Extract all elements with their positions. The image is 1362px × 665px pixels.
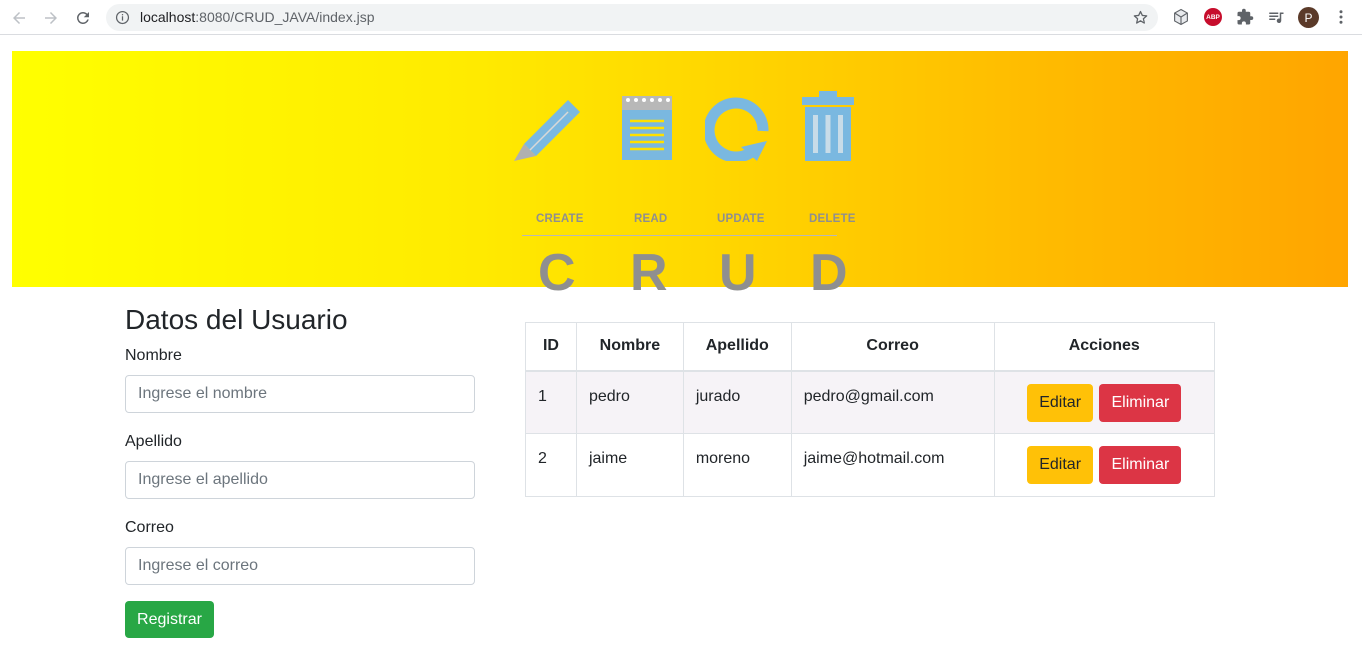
info-icon[interactable] <box>115 10 130 25</box>
browser-toolbar: localhost:8080/CRUD_JAVA/index.jsp ABP P <box>0 0 1362 35</box>
cell-actions: Editar Eliminar <box>993 433 1216 497</box>
header-correo: Correo <box>790 322 995 372</box>
extension-cube-icon[interactable] <box>1172 8 1190 26</box>
adblock-plus-icon[interactable]: ABP <box>1204 8 1222 26</box>
bookmark-star-icon[interactable] <box>1132 9 1149 26</box>
trash-icon <box>802 91 854 161</box>
header-acciones: Acciones <box>993 322 1216 372</box>
media-queue-icon[interactable] <box>1267 8 1285 26</box>
delete-label: DELETE <box>809 213 856 225</box>
adblock-label: ABP <box>1204 8 1222 26</box>
letter-r: R <box>630 244 668 302</box>
reload-icon[interactable] <box>71 6 95 30</box>
apellido-label: Apellido <box>125 433 182 450</box>
nombre-label: Nombre <box>125 347 182 364</box>
form-title: Datos del Usuario <box>125 304 348 335</box>
correo-input[interactable] <box>125 547 475 585</box>
update-label: UPDATE <box>717 213 765 225</box>
crud-banner: CREATE READ UPDATE DELETE C R U D <box>12 51 1348 302</box>
notepad-icon <box>622 96 672 160</box>
address-bar[interactable]: localhost:8080/CRUD_JAVA/index.jsp <box>106 4 1158 31</box>
create-label: CREATE <box>536 213 584 225</box>
refresh-icon <box>705 97 769 161</box>
url-path: :8080/CRUD_JAVA/index.jsp <box>195 9 375 25</box>
apellido-input[interactable] <box>125 461 475 499</box>
correo-label: Correo <box>125 519 174 536</box>
logo-divider <box>522 235 837 236</box>
letter-d: D <box>810 244 848 302</box>
table-row: 1 pedro jurado pedro@gmail.com Editar El… <box>525 370 1216 434</box>
cell-apellido: moreno <box>682 433 792 497</box>
cell-id: 1 <box>525 370 577 434</box>
url-text[interactable]: localhost:8080/CRUD_JAVA/index.jsp <box>140 9 375 25</box>
register-button[interactable]: Registrar <box>125 601 214 638</box>
table-row: 2 jaime moreno jaime@hotmail.com Editar … <box>525 433 1216 497</box>
pencil-icon <box>514 100 580 161</box>
cell-apellido: jurado <box>682 370 792 434</box>
header-nombre: Nombre <box>575 322 684 372</box>
header-apellido: Apellido <box>682 322 792 372</box>
table-header: ID Nombre Apellido Correo Acciones <box>525 322 1216 372</box>
nombre-input[interactable] <box>125 375 475 413</box>
cell-nombre: jaime <box>575 433 684 497</box>
header-id: ID <box>525 322 577 372</box>
extensions-puzzle-icon[interactable] <box>1236 8 1254 26</box>
cell-actions: Editar Eliminar <box>993 370 1216 434</box>
edit-button[interactable]: Editar <box>1027 383 1094 422</box>
crud-logo: CREATE READ UPDATE DELETE C R U D <box>512 91 855 302</box>
url-host: localhost <box>140 9 196 25</box>
delete-button[interactable]: Eliminar <box>1099 383 1182 422</box>
users-table: ID Nombre Apellido Correo Acciones 1 ped… <box>525 322 1216 497</box>
letter-c: C <box>538 244 576 302</box>
cell-id: 2 <box>525 433 577 497</box>
edit-button[interactable]: Editar <box>1027 446 1094 484</box>
back-arrow-icon[interactable] <box>7 6 31 30</box>
menu-kebab-icon[interactable] <box>1332 8 1350 26</box>
delete-button[interactable]: Eliminar <box>1099 446 1182 484</box>
cell-nombre: pedro <box>575 370 684 434</box>
cell-correo: pedro@gmail.com <box>790 370 995 434</box>
letter-u: U <box>719 244 757 302</box>
read-label: READ <box>634 213 668 225</box>
forward-arrow-icon[interactable] <box>39 6 63 30</box>
cell-correo: jaime@hotmail.com <box>790 433 995 497</box>
profile-avatar[interactable]: P <box>1298 7 1319 28</box>
